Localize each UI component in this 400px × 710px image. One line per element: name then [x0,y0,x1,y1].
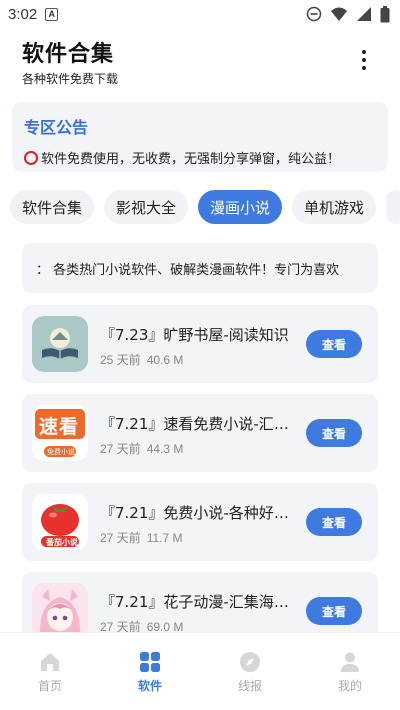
scrolling-notice-text: ： 各类热门小说软件、破解类漫画软件！专门为喜欢 [36,262,340,278]
category-tabs: 软件合集 影视大全 漫画小说 单机游戏 [10,190,400,226]
anime-girl-icon [32,583,88,639]
book-landscape-icon [32,316,88,372]
item-size: 11.7 M [146,531,183,545]
announcement-body: 软件免费使用，无收费，无强制分享弹窗，纯公益！ [24,148,376,167]
item-meta: 25 天前 40.6 M [100,351,183,368]
person-icon [341,652,359,672]
page-header: 软件合集 各种软件免费下载 [22,36,118,87]
tomato-icon: 番茄小说 [32,494,88,550]
list-item[interactable]: 番茄小说 『7.21』免费小说-各种好看小说 27 天前 11.7 M 查看 [22,483,378,561]
compass-icon [240,652,260,672]
item-age: 25 天前 [100,353,141,367]
nav-home-label: 首页 [37,679,62,693]
status-bar: 3:02 A [0,0,400,28]
item-meta: 27 天前 44.3 M [100,440,183,457]
tab-comics-novels[interactable]: 漫画小说 [198,190,283,224]
view-button[interactable]: 查看 [306,508,362,536]
dnd-icon [306,6,322,22]
item-name: 『7.23』旷野书屋-阅读知识 [100,326,289,344]
item-size: 44.3 M [146,442,184,456]
item-name: 『7.21』花子动漫-汇集海量漫画 [100,593,300,611]
view-button[interactable]: 查看 [306,419,362,447]
tab-software[interactable]: 软件合集 [10,190,95,224]
wifi-icon [331,7,347,21]
tab-next-partial[interactable] [386,190,400,224]
bottom-navigation: 首页 软件 线报 我的 [0,632,400,710]
nav-profile-label: 我的 [337,679,362,693]
nav-tips[interactable]: 线报 [200,633,300,710]
signal-icon [357,7,371,21]
nav-home[interactable]: 首页 [0,633,100,710]
item-age: 27 天前 [100,442,141,456]
home-icon [41,653,59,671]
view-button[interactable]: 查看 [306,597,362,625]
status-time: 3:02 [8,5,38,23]
announcement-title: 专区公告 [24,118,89,137]
announcement-card: 专区公告 软件免费使用，无收费，无强制分享弹窗，纯公益！ [12,102,388,172]
sukan-app-icon: 速看 免费小说 [32,405,88,461]
tab-games[interactable]: 单机游戏 [292,190,377,224]
notification-a-icon: A [45,7,59,21]
nav-profile[interactable]: 我的 [300,633,400,710]
nav-software-label: 软件 [137,679,162,693]
tab-video[interactable]: 影视大全 [104,190,189,224]
sukan-logo-text: 速看 [39,416,80,438]
item-name: 『7.21』速看免费小说-汇集全网 [100,415,300,433]
nav-software[interactable]: 软件 [100,633,200,710]
page-title: 软件合集 [22,42,115,67]
view-button[interactable]: 查看 [306,330,362,358]
item-age: 27 天前 [100,531,141,545]
grid-icon [140,652,160,672]
more-options-icon[interactable] [354,48,374,72]
list-item[interactable]: 『7.23』旷野书屋-阅读知识 25 天前 40.6 M 查看 [22,305,378,383]
nav-tips-label: 线报 [237,679,262,693]
red-circle-icon [24,150,38,165]
page-subtitle: 各种软件免费下载 [22,72,119,86]
battery-icon [380,5,390,22]
item-meta: 27 天前 11.7 M [100,529,182,546]
item-size: 40.6 M [146,353,184,367]
item-name: 『7.21』免费小说-各种好看小说 [100,504,300,522]
tomato-logo-text: 番茄小说 [46,538,78,547]
list-item[interactable]: 速看 免费小说 『7.21』速看免费小说-汇集全网 27 天前 44.3 M 查看 [22,394,378,472]
announcement-text: 软件免费使用，无收费，无强制分享弹窗，纯公益！ [41,152,341,167]
sukan-logo-subtext: 免费小说 [47,448,75,456]
scrolling-notice: ： 各类热门小说软件、破解类漫画软件！专门为喜欢 [22,243,378,293]
